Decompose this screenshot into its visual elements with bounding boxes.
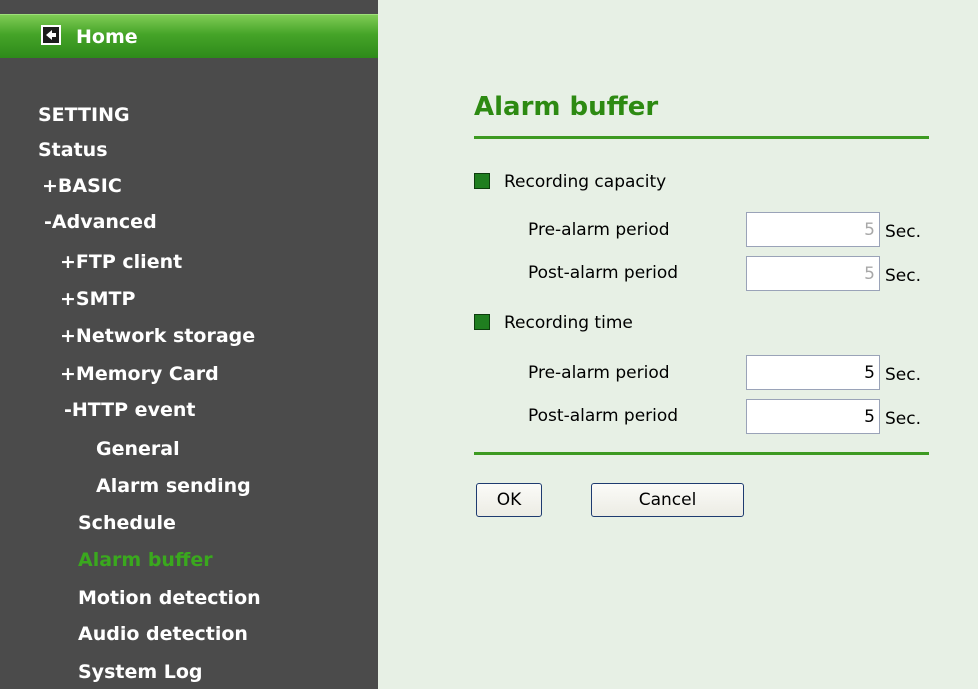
sidebar-item-basic[interactable]: +BASIC <box>42 174 122 198</box>
sidebar-item-alarm-buffer[interactable]: Alarm buffer <box>78 548 213 572</box>
sidebar-item-ftp-client[interactable]: +FTP client <box>60 250 182 274</box>
sidebar: Home SETTING Status +BASIC -Advanced +FT… <box>0 0 378 689</box>
main-panel: Alarm buffer Recording capacity Pre-alar… <box>378 0 978 689</box>
capacity-post-alarm-unit: Sec. <box>885 266 922 286</box>
home-link[interactable]: Home <box>0 14 378 58</box>
sidebar-item-general[interactable]: General <box>96 437 180 461</box>
sidebar-item-network-storage[interactable]: +Network storage <box>60 324 255 348</box>
sidebar-heading-setting: SETTING <box>38 104 130 126</box>
recording-time-option[interactable]: Recording time <box>474 311 633 335</box>
sidebar-item-audio-detection[interactable]: Audio detection <box>78 622 248 646</box>
sidebar-item-system-log[interactable]: System Log <box>78 660 203 684</box>
time-pre-alarm-label: Pre-alarm period <box>528 363 670 383</box>
sidebar-item-status[interactable]: Status <box>38 138 108 162</box>
page-title: Alarm buffer <box>474 92 659 122</box>
sidebar-item-memory-card[interactable]: +Memory Card <box>60 362 219 386</box>
sidebar-item-motion-detection[interactable]: Motion detection <box>78 586 261 610</box>
cancel-button[interactable]: Cancel <box>591 483 744 517</box>
time-pre-alarm-input[interactable] <box>746 355 880 390</box>
sidebar-item-smtp[interactable]: +SMTP <box>60 287 135 311</box>
capacity-post-alarm-input[interactable] <box>746 256 880 291</box>
capacity-pre-alarm-label: Pre-alarm period <box>528 220 670 240</box>
time-post-alarm-label: Post-alarm period <box>528 406 679 426</box>
back-arrow-icon[interactable] <box>41 25 61 45</box>
sidebar-item-alarm-sending[interactable]: Alarm sending <box>96 474 251 498</box>
sidebar-item-http-event[interactable]: -HTTP event <box>64 398 195 422</box>
option-square-icon[interactable] <box>474 314 490 330</box>
recording-capacity-label: Recording capacity <box>504 172 667 192</box>
sidebar-item-schedule[interactable]: Schedule <box>78 511 176 535</box>
recording-time-label: Recording time <box>504 313 633 333</box>
capacity-post-alarm-label: Post-alarm period <box>528 263 679 283</box>
home-label[interactable]: Home <box>76 26 138 48</box>
page: Home SETTING Status +BASIC -Advanced +FT… <box>0 0 978 689</box>
recording-capacity-option[interactable]: Recording capacity <box>474 170 666 194</box>
form-divider <box>474 452 929 455</box>
capacity-pre-alarm-input[interactable] <box>746 212 880 247</box>
capacity-pre-alarm-unit: Sec. <box>885 222 922 242</box>
ok-button[interactable]: OK <box>476 483 542 517</box>
title-divider <box>474 136 929 139</box>
time-pre-alarm-unit: Sec. <box>885 365 922 385</box>
sidebar-item-advanced[interactable]: -Advanced <box>44 210 157 234</box>
time-post-alarm-unit: Sec. <box>885 409 922 429</box>
time-post-alarm-input[interactable] <box>746 399 880 434</box>
option-square-icon[interactable] <box>474 173 490 189</box>
